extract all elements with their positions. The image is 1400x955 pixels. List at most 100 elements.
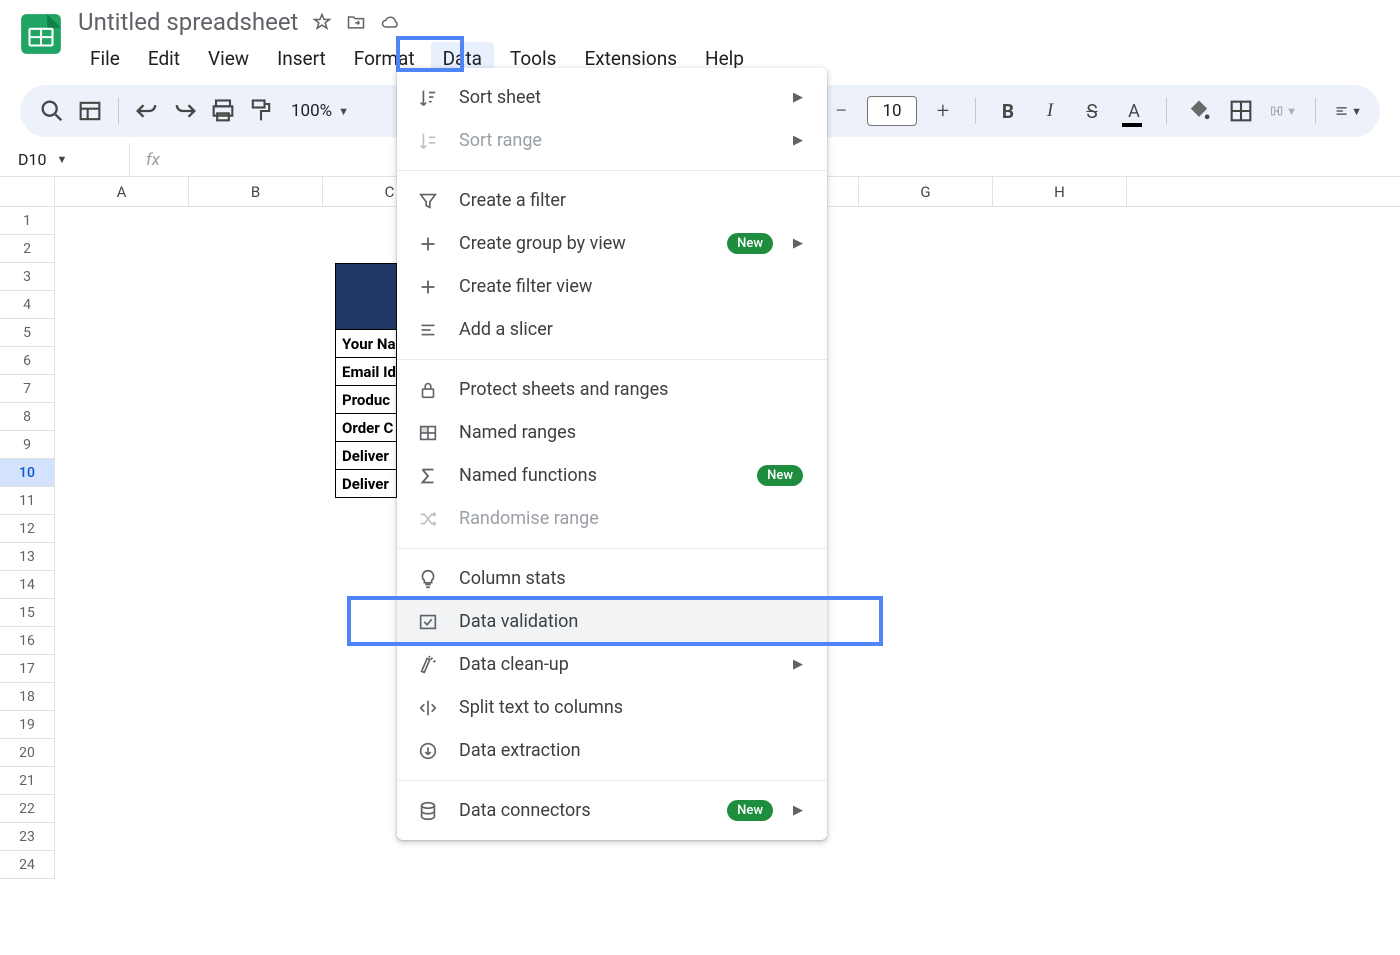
cell-label[interactable]: Your Na: [335, 330, 397, 358]
cell-label[interactable]: Deliver: [335, 470, 397, 498]
menu-item-data-validation[interactable]: Data validation: [397, 600, 827, 643]
print-icon[interactable]: [209, 97, 237, 125]
search-icon[interactable]: [38, 97, 66, 125]
menu-item-data-extraction[interactable]: Data extraction: [397, 729, 827, 772]
menu-item-column-stats[interactable]: Column stats: [397, 557, 827, 600]
menu-item-create-a-filter[interactable]: Create a filter: [397, 179, 827, 222]
row-header[interactable]: 6: [0, 347, 55, 375]
menu-item-data-clean-up[interactable]: Data clean-up ▶: [397, 643, 827, 686]
menu-item-label: Data clean-up: [459, 654, 773, 675]
named-range-icon: [417, 422, 439, 444]
col-header[interactable]: B: [189, 177, 323, 206]
menu-item-label: Data extraction: [459, 740, 803, 761]
menu-item-sort-sheet[interactable]: Sort sheet▶: [397, 76, 827, 119]
row-header[interactable]: 20: [0, 739, 55, 767]
row-header[interactable]: 23: [0, 823, 55, 851]
menu-item-label: Add a slicer: [459, 319, 803, 340]
row-header[interactable]: 3: [0, 263, 55, 291]
menu-item-named-ranges[interactable]: Named ranges: [397, 411, 827, 454]
menu-item-sort-range: Sort range▶: [397, 119, 827, 162]
menu-item-create-filter-view[interactable]: Create filter view: [397, 265, 827, 308]
row-header[interactable]: 10: [0, 459, 55, 487]
redo-icon[interactable]: [171, 97, 199, 125]
merge-cells-icon[interactable]: ▼: [1269, 97, 1297, 125]
row-headers: 123456789101112131415161718192021222324: [0, 207, 55, 879]
row-header[interactable]: 12: [0, 515, 55, 543]
row-header[interactable]: 24: [0, 851, 55, 879]
col-header[interactable]: H: [993, 177, 1127, 206]
font-size-input[interactable]: 10: [867, 96, 917, 126]
row-header[interactable]: 18: [0, 683, 55, 711]
menu-item-label: Create group by view: [459, 233, 707, 254]
submenu-arrow-icon: ▶: [793, 133, 803, 148]
cell-label[interactable]: Produc: [335, 386, 397, 414]
fill-color-icon[interactable]: [1185, 97, 1213, 125]
filter-icon: [417, 190, 439, 212]
cell-label[interactable]: Deliver: [335, 442, 397, 470]
menu-item-create-group-by-view[interactable]: Create group by view New ▶: [397, 222, 827, 265]
font-size-increase-icon[interactable]: +: [929, 97, 957, 125]
menu-item-protect-sheets-and-ranges[interactable]: Protect sheets and ranges: [397, 368, 827, 411]
menu-item-data-connectors[interactable]: Data connectorsNew▶: [397, 789, 827, 832]
row-header[interactable]: 16: [0, 627, 55, 655]
submenu-arrow-icon: ▶: [793, 657, 803, 672]
row-header[interactable]: 11: [0, 487, 55, 515]
strikethrough-icon[interactable]: S: [1078, 97, 1106, 125]
row-header[interactable]: 21: [0, 767, 55, 795]
row-header[interactable]: 8: [0, 403, 55, 431]
menu-item-label: Split text to columns: [459, 697, 803, 718]
row-header[interactable]: 15: [0, 599, 55, 627]
select-all-cell[interactable]: [0, 177, 55, 206]
cell-label[interactable]: Email Id: [335, 358, 397, 386]
document-title[interactable]: Untitled spreadsheet: [78, 8, 298, 36]
row-header[interactable]: 1: [0, 207, 55, 235]
horizontal-align-icon[interactable]: ▼: [1334, 97, 1362, 125]
submenu-arrow-icon: ▶: [793, 90, 803, 105]
sigma-icon: [417, 465, 439, 487]
menu-view[interactable]: View: [196, 42, 261, 75]
cell-label[interactable]: Order C: [335, 414, 397, 442]
star-icon[interactable]: [312, 12, 332, 32]
row-header[interactable]: 9: [0, 431, 55, 459]
name-box[interactable]: D10 ▼: [0, 143, 130, 176]
row-header[interactable]: 4: [0, 291, 55, 319]
submenu-arrow-icon: ▶: [793, 236, 803, 251]
italic-icon[interactable]: I: [1036, 97, 1064, 125]
new-badge: New: [757, 465, 803, 486]
menu-item-label: Create filter view: [459, 276, 803, 297]
sort-range-icon: [417, 130, 439, 152]
text-color-icon[interactable]: A: [1120, 97, 1148, 125]
move-folder-icon[interactable]: [346, 12, 366, 32]
font-size-decrease-icon[interactable]: −: [827, 97, 855, 125]
db-icon: [417, 800, 439, 822]
menu-item-label: Randomise range: [459, 508, 803, 529]
layout-icon[interactable]: [76, 97, 104, 125]
row-header[interactable]: 2: [0, 235, 55, 263]
menu-item-named-functions[interactable]: Named functions New: [397, 454, 827, 497]
menu-item-label: Named functions: [459, 465, 737, 486]
menu-edit[interactable]: Edit: [136, 42, 192, 75]
row-header[interactable]: 19: [0, 711, 55, 739]
cloud-status-icon[interactable]: [380, 12, 400, 32]
row-header[interactable]: 17: [0, 655, 55, 683]
lock-icon: [417, 379, 439, 401]
row-header[interactable]: 13: [0, 543, 55, 571]
zoom-select[interactable]: 100%▼: [285, 101, 355, 121]
header: Untitled spreadsheet FileEditViewInsertF…: [0, 0, 1400, 75]
col-header[interactable]: A: [55, 177, 189, 206]
col-header[interactable]: G: [859, 177, 993, 206]
paint-format-icon[interactable]: [247, 97, 275, 125]
row-header[interactable]: 22: [0, 795, 55, 823]
row-header[interactable]: 5: [0, 319, 55, 347]
row-header[interactable]: 7: [0, 375, 55, 403]
undo-icon[interactable]: [133, 97, 161, 125]
menu-item-split-text-to-columns[interactable]: Split text to columns: [397, 686, 827, 729]
sheets-logo[interactable]: [18, 11, 64, 57]
new-badge: New: [727, 233, 773, 254]
borders-icon[interactable]: [1227, 97, 1255, 125]
menu-item-add-a-slicer[interactable]: Add a slicer: [397, 308, 827, 351]
menu-insert[interactable]: Insert: [265, 42, 338, 75]
menu-file[interactable]: File: [78, 42, 132, 75]
bold-icon[interactable]: B: [994, 97, 1022, 125]
row-header[interactable]: 14: [0, 571, 55, 599]
